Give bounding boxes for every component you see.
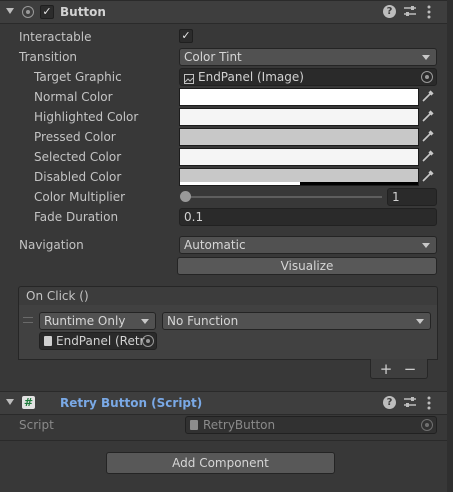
eyedropper-icon[interactable] [420,148,438,166]
selected-color-label: Selected Color [34,150,122,164]
on-click-header: On Click () [18,286,438,306]
more-icon[interactable] [427,4,431,20]
interactable-checkbox[interactable]: ✓ [179,29,193,43]
pressed-color-swatch[interactable] [179,128,419,146]
interactable-label: Interactable [19,30,92,44]
script-value: RetryButton [203,418,276,432]
divider [0,440,453,441]
fade-duration-label: Fade Duration [34,210,119,224]
collapse-triangle-icon[interactable] [6,399,14,405]
navigation-label: Navigation [19,238,84,252]
csharp-script-icon: # [22,396,35,409]
presets-icon[interactable] [404,5,416,18]
disabled-color-swatch[interactable] [179,168,419,186]
component-title: Button [60,5,106,19]
component-enabled-checkbox[interactable]: ✓ [40,5,54,19]
chevron-down-icon [416,319,424,324]
chevron-down-icon [422,55,430,60]
alpha-bar [300,182,418,185]
selected-color-swatch[interactable] [179,148,419,166]
chevron-down-icon [141,319,149,324]
add-component-button[interactable]: Add Component [106,452,335,474]
script-file-icon [190,420,198,430]
function-value: No Function [167,314,239,328]
eyedropper-icon[interactable] [420,108,438,126]
color-multiplier-label: Color Multiplier [34,190,126,204]
script-label: Script [19,418,54,432]
normal-color-swatch[interactable] [179,88,419,106]
image-icon [184,72,194,84]
help-icon[interactable]: ? [383,396,396,409]
normal-color-label: Normal Color [34,90,113,104]
eyedropper-icon[interactable] [420,88,438,106]
script-component-title: Retry Button (Script) [60,396,203,410]
transition-dropdown[interactable]: Color Tint [179,48,437,66]
multiplier-slider-thumb[interactable] [180,191,191,202]
script-field: RetryButton [185,416,437,434]
navigation-value: Automatic [184,238,246,252]
event-object-field[interactable]: EndPanel (Retr [39,332,157,350]
highlighted-color-label: Highlighted Color [34,110,139,124]
fade-duration-input[interactable]: 0.1 [179,208,437,226]
runtime-value: Runtime Only [44,314,126,328]
object-picker-icon[interactable] [421,71,433,83]
remove-event-button[interactable]: − [402,359,418,379]
on-click-title: On Click () [26,289,89,303]
runtime-dropdown[interactable]: Runtime Only [39,312,156,330]
multiplier-input[interactable]: 1 [387,188,437,206]
navigation-dropdown[interactable]: Automatic [179,236,437,254]
disabled-color-label: Disabled Color [34,170,122,184]
alpha-bar [180,182,300,185]
transition-value: Color Tint [184,50,242,64]
add-event-button[interactable]: + [378,359,394,379]
target-graphic-value: EndPanel (Image) [198,70,304,84]
transition-label: Transition [19,50,78,64]
object-picker-icon [421,419,433,431]
highlighted-color-swatch[interactable] [179,108,419,126]
eyedropper-icon[interactable] [420,168,438,186]
drag-handle[interactable] [23,317,33,323]
chevron-down-icon [422,243,430,248]
more-icon[interactable] [427,395,431,411]
multiplier-slider-track[interactable] [182,196,382,198]
button-component-icon [22,6,34,18]
target-graphic-label: Target Graphic [34,70,122,84]
script-file-icon [44,336,52,346]
visualize-button[interactable]: Visualize [177,257,437,275]
function-dropdown[interactable]: No Function [162,312,431,330]
target-graphic-field[interactable]: EndPanel (Image) [179,68,437,86]
pressed-color-label: Pressed Color [34,130,116,144]
presets-icon[interactable] [404,396,416,409]
scrollbar[interactable] [447,0,453,492]
collapse-triangle-icon[interactable] [6,8,14,14]
event-object-value: EndPanel (Retr [56,334,145,348]
eyedropper-icon[interactable] [420,128,438,146]
help-icon[interactable]: ? [383,5,396,18]
object-picker-icon[interactable] [142,335,154,347]
